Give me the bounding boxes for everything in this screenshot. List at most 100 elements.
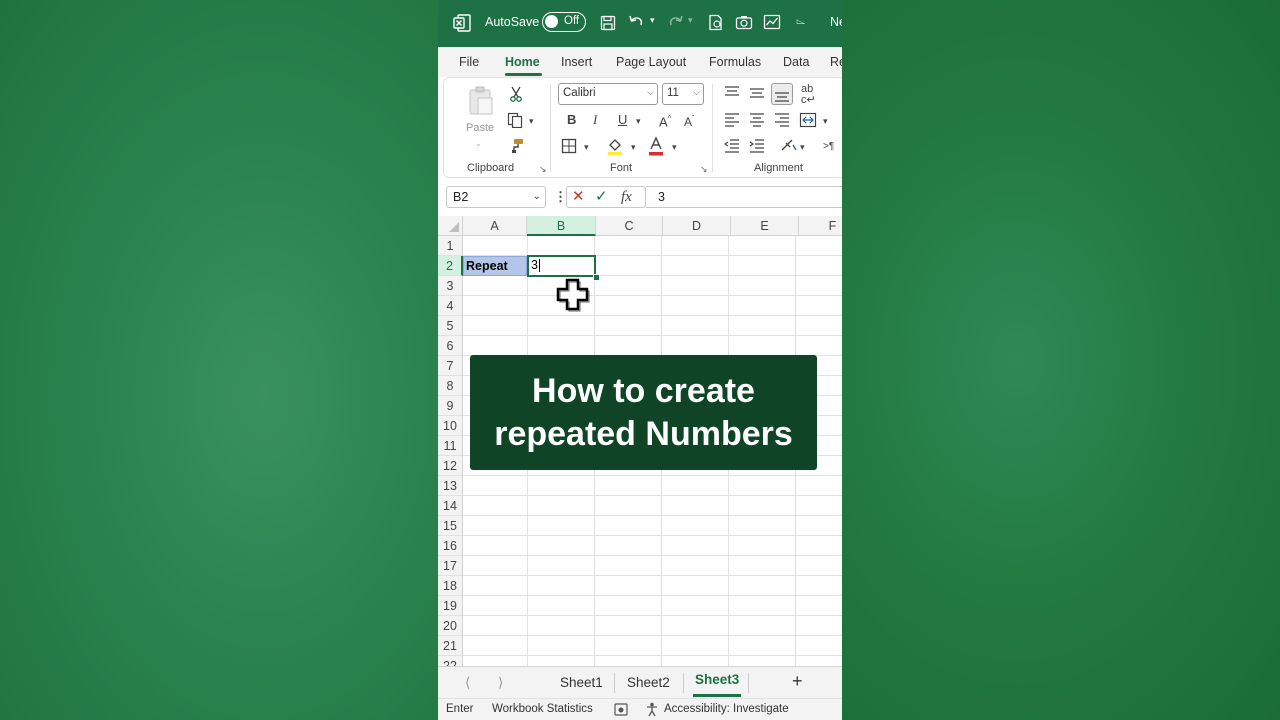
merge-center-icon[interactable] bbox=[799, 112, 817, 128]
underline-dropdown-icon[interactable]: ▾ bbox=[636, 113, 641, 129]
save-icon[interactable] bbox=[600, 15, 616, 31]
fill-handle[interactable] bbox=[593, 274, 600, 281]
tab-page-layout[interactable]: Page Layout bbox=[616, 55, 686, 69]
print-preview-icon[interactable] bbox=[708, 14, 724, 31]
scroll-sheets-left-icon[interactable]: ⟨ bbox=[465, 675, 470, 691]
tab-data[interactable]: Data bbox=[783, 55, 809, 69]
customize-toolbar-icon[interactable]: ⌳ bbox=[796, 13, 805, 28]
column-header-a[interactable]: A bbox=[463, 216, 527, 236]
wrap-text-icon[interactable]: ab c↵ bbox=[801, 84, 816, 106]
row-header[interactable]: 1 bbox=[438, 236, 463, 256]
row-header[interactable]: 15 bbox=[438, 516, 463, 536]
fill-color-dropdown-icon[interactable]: ▾ bbox=[631, 139, 636, 155]
autosave-toggle[interactable]: Off bbox=[542, 12, 586, 32]
fill-color-icon[interactable] bbox=[606, 136, 624, 156]
accessibility-status[interactable]: Accessibility: Investigate bbox=[664, 703, 789, 715]
merge-dropdown-icon[interactable]: ▾ bbox=[823, 113, 828, 129]
row-header[interactable]: 6 bbox=[438, 336, 463, 356]
row-header[interactable]: 13 bbox=[438, 476, 463, 496]
borders-icon[interactable] bbox=[561, 138, 577, 154]
bold-icon[interactable]: B bbox=[567, 112, 576, 128]
name-box[interactable]: B2 ⌄ bbox=[446, 186, 546, 208]
chart-image-icon[interactable] bbox=[763, 14, 781, 30]
bottom-align-button[interactable] bbox=[771, 83, 793, 105]
row-header[interactable]: 19 bbox=[438, 596, 463, 616]
rtl-icon[interactable]: >¶ bbox=[823, 139, 834, 155]
paste-dropdown-icon[interactable]: ⌄ bbox=[475, 136, 482, 152]
row-header[interactable]: 17 bbox=[438, 556, 463, 576]
cancel-entry-icon[interactable]: ✕ bbox=[572, 189, 585, 205]
add-sheet-button[interactable]: + bbox=[792, 671, 803, 692]
confirm-entry-icon[interactable]: ✓ bbox=[595, 189, 608, 205]
align-center-icon[interactable] bbox=[749, 113, 765, 127]
cell-a2[interactable]: Repeat bbox=[463, 256, 527, 276]
copy-icon[interactable] bbox=[507, 112, 523, 128]
format-painter-icon[interactable] bbox=[509, 138, 525, 154]
increase-indent-icon[interactable] bbox=[749, 139, 765, 153]
row-header[interactable]: 21 bbox=[438, 636, 463, 656]
workbook-statistics[interactable]: Workbook Statistics bbox=[492, 703, 593, 715]
font-color-icon[interactable] bbox=[647, 136, 665, 156]
row-header[interactable]: 7 bbox=[438, 356, 463, 376]
cell-b2-active[interactable]: 3 bbox=[527, 255, 596, 277]
column-header-f[interactable]: F bbox=[799, 216, 842, 236]
undo-dropdown-icon[interactable]: ▾ bbox=[650, 15, 655, 26]
font-name-combo[interactable]: Calibri ⌵ bbox=[558, 83, 658, 105]
insert-function-icon[interactable]: fx bbox=[621, 189, 632, 205]
font-launcher-icon[interactable]: ↘ bbox=[700, 164, 708, 175]
tab-home[interactable]: Home bbox=[505, 55, 540, 69]
row-header[interactable]: 10 bbox=[438, 416, 463, 436]
decrease-font-icon[interactable]: Aˇ bbox=[684, 111, 695, 130]
middle-align-icon[interactable] bbox=[749, 86, 765, 100]
tab-review[interactable]: Re bbox=[830, 55, 842, 69]
row-header[interactable]: 20 bbox=[438, 616, 463, 636]
font-size-combo[interactable]: 11 ⌵ bbox=[662, 83, 704, 105]
macro-recording-icon[interactable] bbox=[614, 703, 628, 716]
column-header-e[interactable]: E bbox=[731, 216, 799, 236]
column-header-c[interactable]: C bbox=[596, 216, 663, 236]
redo-dropdown-icon[interactable]: ▾ bbox=[688, 15, 693, 26]
row-header[interactable]: 5 bbox=[438, 316, 463, 336]
camera-icon[interactable] bbox=[735, 15, 753, 30]
align-right-icon[interactable] bbox=[774, 113, 790, 127]
row-header[interactable]: 12 bbox=[438, 456, 463, 476]
row-header[interactable]: 4 bbox=[438, 296, 463, 316]
tab-sheet1[interactable]: Sheet1 bbox=[560, 675, 603, 690]
row-header[interactable]: 18 bbox=[438, 576, 463, 596]
formula-input[interactable]: 3 bbox=[646, 186, 842, 208]
redo-icon[interactable] bbox=[666, 14, 684, 30]
select-all-corner[interactable] bbox=[438, 216, 463, 236]
row-header[interactable]: 2 bbox=[438, 256, 463, 276]
clipboard-launcher-icon[interactable]: ↘ bbox=[539, 164, 547, 175]
paste-icon[interactable] bbox=[468, 86, 494, 116]
tab-formulas[interactable]: Formulas bbox=[709, 55, 761, 69]
underline-icon[interactable]: U bbox=[618, 112, 627, 128]
row-header[interactable]: 14 bbox=[438, 496, 463, 516]
undo-icon[interactable] bbox=[628, 14, 646, 30]
accessibility-icon[interactable] bbox=[646, 702, 660, 717]
row-header[interactable]: 3 bbox=[438, 276, 463, 296]
decrease-indent-icon[interactable] bbox=[724, 139, 740, 153]
orientation-dropdown-icon[interactable]: ▾ bbox=[800, 139, 805, 155]
column-header-d[interactable]: D bbox=[663, 216, 731, 236]
font-color-dropdown-icon[interactable]: ▾ bbox=[672, 139, 677, 155]
top-align-icon[interactable] bbox=[724, 86, 740, 100]
tab-sheet3[interactable]: Sheet3 bbox=[695, 672, 739, 687]
increase-font-icon[interactable]: A^ bbox=[659, 111, 671, 130]
cut-icon[interactable] bbox=[509, 86, 523, 102]
italic-icon[interactable]: I bbox=[593, 112, 597, 128]
align-left-icon[interactable] bbox=[724, 113, 740, 127]
row-header[interactable]: 11 bbox=[438, 436, 463, 456]
tab-file[interactable]: File bbox=[459, 55, 479, 69]
row-header[interactable]: 9 bbox=[438, 396, 463, 416]
orientation-icon[interactable] bbox=[780, 137, 798, 153]
row-header[interactable]: 8 bbox=[438, 376, 463, 396]
scroll-sheets-right-icon[interactable]: ⟩ bbox=[498, 675, 503, 691]
tab-sheet2[interactable]: Sheet2 bbox=[627, 675, 670, 690]
borders-dropdown-icon[interactable]: ▾ bbox=[584, 139, 589, 155]
column-header-b[interactable]: B bbox=[527, 216, 596, 236]
row-header[interactable]: 16 bbox=[438, 536, 463, 556]
autosave-label: AutoSave bbox=[485, 15, 540, 29]
tab-insert[interactable]: Insert bbox=[561, 55, 592, 69]
copy-dropdown-icon[interactable]: ▾ bbox=[529, 113, 534, 129]
